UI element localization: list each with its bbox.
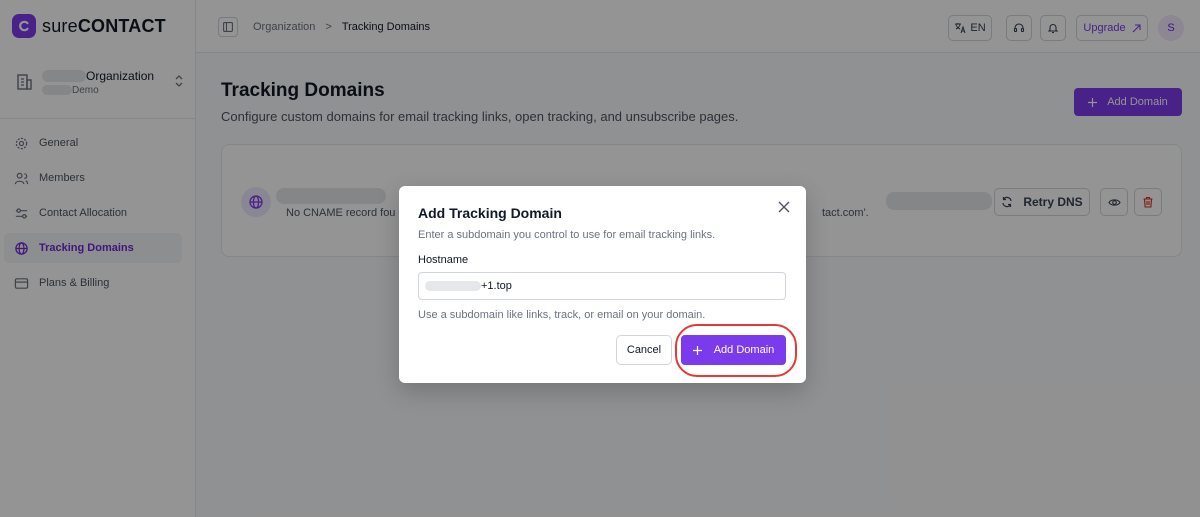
cancel-button[interactable]: Cancel: [616, 335, 672, 365]
hostname-label: Hostname: [418, 254, 469, 266]
dialog-description: Enter a subdomain you control to use for…: [418, 229, 716, 241]
highlight-annotation: [675, 324, 797, 377]
hostname-hint: Use a subdomain like links, track, or em…: [418, 309, 706, 321]
close-icon[interactable]: [776, 199, 792, 215]
hostname-value: +1.top: [481, 280, 512, 292]
redacted-hostname-prefix: [425, 281, 481, 291]
dialog-title: Add Tracking Domain: [418, 205, 562, 221]
hostname-input[interactable]: +1.top: [418, 272, 786, 300]
